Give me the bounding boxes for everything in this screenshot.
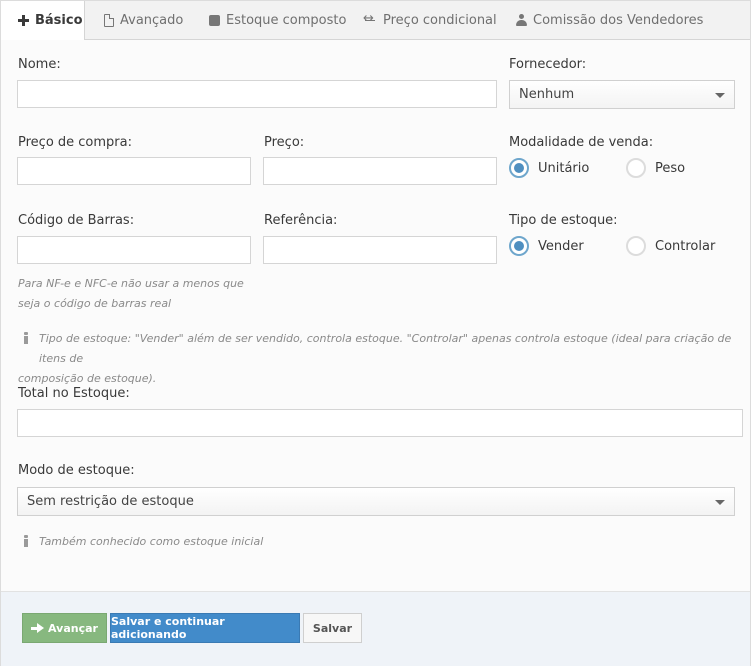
user-icon [516, 14, 527, 26]
fornecedor-label: Fornecedor: [509, 57, 587, 72]
fornecedor-select[interactable]: Nenhum [509, 80, 735, 109]
preco-label: Preço: [264, 135, 305, 150]
codigo-barras-input[interactable] [17, 236, 251, 264]
form-actions: Avançar Salvar e continuar adicionando S… [1, 591, 750, 666]
radio-checked-icon [509, 158, 529, 178]
product-form-window: Básico Avançado Estoque composto Preço c… [0, 0, 751, 666]
tab-preco-condicional-label: Preço condicional [383, 12, 497, 28]
avancar-button[interactable]: Avançar [22, 613, 107, 643]
nome-input[interactable] [17, 80, 497, 108]
info-line: Tipo de estoque: "Vender" além de ser ve… [39, 332, 732, 365]
tab-basico[interactable]: Básico [1, 1, 85, 40]
total-estoque-label: Total no Estoque: [18, 386, 130, 401]
nome-label: Nome: [18, 57, 61, 72]
tab-estoque-composto-label: Estoque composto [226, 12, 347, 28]
tab-basico-label: Básico [35, 13, 83, 28]
chevron-down-icon [715, 93, 725, 98]
modalidade-label: Modalidade de venda: [509, 135, 654, 150]
salvar-button[interactable]: Salvar [303, 613, 362, 643]
help-line: Para NF-e e NFC-e não usar a menos que [18, 277, 244, 290]
tab-preco-condicional[interactable]: Preço condicional [363, 1, 497, 39]
square-icon [209, 14, 220, 26]
plus-icon [18, 15, 29, 26]
tab-avancado-label: Avançado [120, 12, 184, 28]
radio-checked-icon [509, 236, 529, 256]
total-estoque-input[interactable] [17, 409, 743, 437]
referencia-input[interactable] [263, 236, 497, 264]
info-icon [23, 535, 29, 547]
tab-bar: Básico Avançado Estoque composto Preço c… [1, 1, 750, 40]
modalidade-radio-unitario[interactable]: Unitário [509, 158, 589, 178]
preco-compra-label: Preço de compra: [18, 135, 132, 150]
chevron-down-icon [715, 500, 725, 505]
modo-estoque-selected-value: Sem restrição de estoque [27, 494, 194, 509]
codigo-barras-help: Para NF-e e NFC-e não usar a menos que s… [18, 274, 244, 314]
referencia-label: Referência: [264, 213, 338, 228]
tipo-estoque-radio-vender[interactable]: Vender [509, 236, 584, 256]
help-line: seja o código de barras real [18, 297, 172, 310]
radio-unchecked-icon [626, 236, 646, 256]
tipo-estoque-option-label: Controlar [655, 238, 716, 254]
tipo-estoque-label: Tipo de estoque: [509, 213, 618, 228]
radio-unchecked-icon [626, 158, 646, 178]
tipo-estoque-radio-controlar[interactable]: Controlar [626, 236, 715, 256]
total-estoque-info: Também conhecido como estoque inicial [39, 535, 264, 548]
modalidade-option-label: Peso [655, 160, 686, 176]
tab-comissao-vendedores-label: Comissão dos Vendedores [533, 12, 704, 28]
arrow-right-icon [31, 622, 45, 634]
salvar-button-label: Salvar [312, 621, 353, 635]
tab-avancado[interactable]: Avançado [104, 1, 183, 39]
tipo-estoque-option-label: Vender [538, 238, 584, 254]
tab-comissao-vendedores[interactable]: Comissão dos Vendedores [516, 1, 703, 39]
modo-estoque-label: Modo de estoque: [18, 463, 135, 478]
preco-input[interactable] [263, 157, 497, 185]
modalidade-option-label: Unitário [538, 160, 590, 176]
tab-estoque-composto[interactable]: Estoque composto [209, 1, 346, 39]
tipo-estoque-info: Tipo de estoque: "Vender" além de ser ve… [18, 329, 738, 389]
modalidade-radio-peso[interactable]: Peso [626, 158, 685, 178]
fornecedor-selected-value: Nenhum [519, 87, 575, 102]
file-icon [104, 13, 114, 27]
preco-compra-input[interactable] [17, 157, 251, 185]
codigo-barras-label: Código de Barras: [18, 213, 135, 228]
arrows-h-icon [363, 11, 377, 26]
avancar-button-label: Avançar [48, 621, 98, 635]
salvar-continuar-button[interactable]: Salvar e continuar adicionando [110, 613, 300, 643]
modo-estoque-select[interactable]: Sem restrição de estoque [17, 487, 735, 516]
salvar-continuar-button-label: Salvar e continuar adicionando [111, 615, 225, 641]
